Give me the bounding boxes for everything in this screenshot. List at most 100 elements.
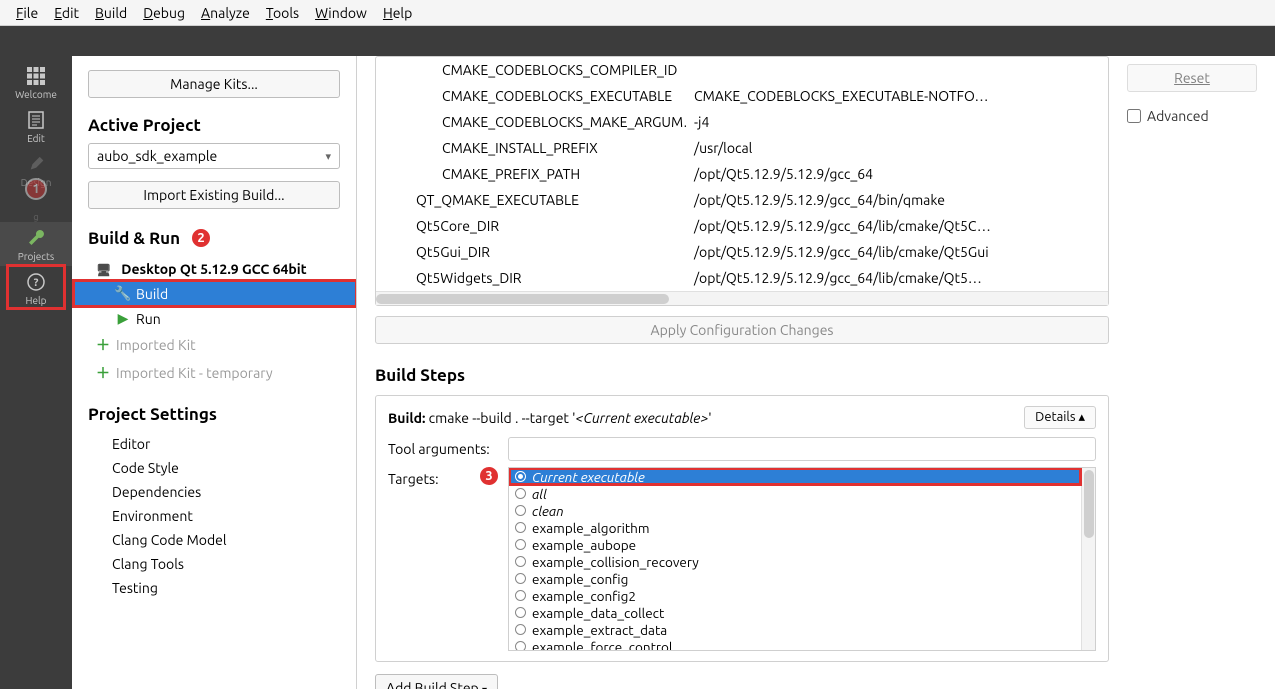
tool-arguments-label: Tool arguments: xyxy=(388,441,508,457)
target-current-executable[interactable]: Current executable xyxy=(509,468,1095,485)
cfg-key[interactable]: CMAKE_INSTALL_PREFIX xyxy=(376,135,686,161)
chevron-down-icon: ▾ xyxy=(482,684,487,689)
cfg-key[interactable]: Qt5Widgets_DIR xyxy=(376,265,686,291)
targets-scrollbar[interactable] xyxy=(1081,468,1095,650)
cfg-value[interactable]: /opt/Qt5.12.9/5.12.9/gcc_64/lib/cmake/Qt… xyxy=(686,265,1108,291)
target-example_config[interactable]: example_config xyxy=(509,570,1095,587)
menu-file[interactable]: File xyxy=(8,2,46,24)
run-node[interactable]: ▶ Run xyxy=(72,306,356,331)
rail-debug: g 1 xyxy=(0,192,72,222)
callout-3: 3 xyxy=(478,465,500,487)
cfg-value[interactable]: /usr/local xyxy=(686,135,1108,161)
tool-arguments-input[interactable] xyxy=(508,437,1096,461)
imported-kit-2[interactable]: ＋ Imported Kit - temporary xyxy=(72,359,356,387)
target-example_extract_data[interactable]: example_extract_data xyxy=(509,621,1095,638)
kit-node[interactable]: Desktop Qt 5.12.9 GCC 64bit xyxy=(72,257,356,281)
rail-help[interactable]: ? Help xyxy=(0,266,72,310)
target-all[interactable]: all xyxy=(509,485,1095,502)
manage-kits-button[interactable]: Manage Kits... xyxy=(88,70,340,98)
setting-environment[interactable]: Environment xyxy=(88,504,340,528)
reset-button[interactable]: Reset xyxy=(1127,64,1257,92)
cfg-key[interactable]: CMAKE_CODEBLOCKS_EXECUTABLE xyxy=(376,83,686,109)
active-project-heading: Active Project xyxy=(88,116,340,135)
toolbar-strip xyxy=(0,26,1275,56)
target-example_algorithm[interactable]: example_algorithm xyxy=(509,519,1095,536)
target-example_config2[interactable]: example_config2 xyxy=(509,587,1095,604)
cfg-key[interactable]: Qt5Gui_DIR xyxy=(376,239,686,265)
apply-config-button[interactable]: Apply Configuration Changes xyxy=(375,316,1109,344)
cfg-value[interactable]: /opt/Qt5.12.9/5.12.9/gcc_64 xyxy=(686,161,1108,187)
setting-dependencies[interactable]: Dependencies xyxy=(88,480,340,504)
target-example_aubope[interactable]: example_aubope xyxy=(509,536,1095,553)
rail-welcome[interactable]: Welcome xyxy=(0,60,72,104)
cfg-value[interactable]: /opt/Qt5.12.9/5.12.9/gcc_64/bin/qmake xyxy=(686,187,1108,213)
svg-text:?: ? xyxy=(34,277,39,289)
radio-icon xyxy=(515,505,526,516)
menu-analyze[interactable]: Analyze xyxy=(193,2,258,24)
rail-label: Edit xyxy=(27,133,45,144)
setting-editor[interactable]: Editor xyxy=(88,432,340,456)
target-clean[interactable]: clean xyxy=(509,502,1095,519)
cfg-value[interactable]: CMAKE_CODEBLOCKS_EXECUTABLE-NOTFO… xyxy=(686,83,1108,109)
project-settings-heading: Project Settings xyxy=(88,405,340,424)
menu-tools[interactable]: Tools xyxy=(258,2,307,24)
target-example_collision_recovery[interactable]: example_collision_recovery xyxy=(509,553,1095,570)
setting-clang-code-model[interactable]: Clang Code Model xyxy=(88,528,340,552)
setting-clang-tools[interactable]: Clang Tools xyxy=(88,552,340,576)
radio-icon xyxy=(515,522,526,533)
plus-icon: ＋ xyxy=(96,335,110,355)
advanced-checkbox[interactable]: Advanced xyxy=(1127,108,1257,124)
menu-help[interactable]: Help xyxy=(375,2,420,24)
build-steps-heading: Build Steps xyxy=(375,366,1109,385)
setting-testing[interactable]: Testing xyxy=(88,576,340,600)
details-button[interactable]: Details ▴ xyxy=(1024,406,1096,429)
active-project-dropdown[interactable]: aubo_sdk_example xyxy=(88,143,340,169)
rail-projects[interactable]: Projects xyxy=(0,222,72,266)
add-build-step-button[interactable]: Add Build Step ▾ xyxy=(375,674,498,689)
rail-label: Help xyxy=(26,295,47,306)
menu-edit[interactable]: Edit xyxy=(46,2,87,24)
targets-list[interactable]: Current executableallcleanexample_algori… xyxy=(508,467,1096,651)
target-example_data_collect[interactable]: example_data_collect xyxy=(509,604,1095,621)
radio-icon xyxy=(515,573,526,584)
import-build-button[interactable]: Import Existing Build... xyxy=(88,181,340,209)
build-step-command: Build: cmake --build . --target '<Curren… xyxy=(388,410,712,426)
build-run-heading: Build & Run 2 xyxy=(88,227,340,249)
cfg-key[interactable]: Qt5Core_DIR xyxy=(376,213,686,239)
rail-label: Welcome xyxy=(15,89,57,100)
project-settings-list: EditorCode StyleDependenciesEnvironmentC… xyxy=(88,432,340,600)
rail-label: g xyxy=(33,212,38,222)
setting-code-style[interactable]: Code Style xyxy=(88,456,340,480)
grid-icon xyxy=(25,65,47,87)
cfg-value[interactable]: /opt/Qt5.12.9/5.12.9/gcc_64/lib/cmake/Qt… xyxy=(686,213,1108,239)
advanced-checkbox-input[interactable] xyxy=(1127,109,1141,123)
cfg-key[interactable]: CMAKE_PREFIX_PATH xyxy=(376,161,686,187)
cfg-key[interactable]: QT_QMAKE_EXECUTABLE xyxy=(376,187,686,213)
radio-icon xyxy=(515,624,526,635)
wrench-icon xyxy=(25,227,47,249)
radio-icon xyxy=(515,471,526,482)
menu-window[interactable]: Window xyxy=(307,2,375,24)
cfg-value[interactable] xyxy=(686,57,1108,83)
chevron-up-icon: ▴ xyxy=(1078,410,1085,424)
menu-debug[interactable]: Debug xyxy=(135,2,193,24)
horizontal-scrollbar[interactable] xyxy=(376,291,1108,305)
callout-2: 2 xyxy=(190,227,212,249)
callout-1: 1 xyxy=(25,178,47,200)
radio-icon xyxy=(515,590,526,601)
build-node[interactable]: 🔧 Build xyxy=(72,281,356,306)
document-icon xyxy=(25,109,47,131)
radio-icon xyxy=(515,607,526,618)
rail-edit[interactable]: Edit xyxy=(0,104,72,148)
menu-build[interactable]: Build xyxy=(87,2,135,24)
cfg-key[interactable]: CMAKE_CODEBLOCKS_MAKE_ARGUM… xyxy=(376,109,686,135)
help-icon: ? xyxy=(25,271,47,293)
radio-icon xyxy=(515,539,526,550)
cfg-value[interactable]: /opt/Qt5.12.9/5.12.9/gcc_64/lib/cmake/Qt… xyxy=(686,239,1108,265)
imported-kit-1[interactable]: ＋ Imported Kit xyxy=(72,331,356,359)
cmake-config-grid: CMAKE_CODEBLOCKS_COMPILER_IDCMAKE_CODEBL… xyxy=(375,56,1109,306)
plus-icon: ＋ xyxy=(96,363,110,383)
cfg-value[interactable]: -j4 xyxy=(686,109,1108,135)
cfg-key[interactable]: CMAKE_CODEBLOCKS_COMPILER_ID xyxy=(376,57,686,83)
target-example_force_control[interactable]: example_force_control xyxy=(509,638,1095,651)
